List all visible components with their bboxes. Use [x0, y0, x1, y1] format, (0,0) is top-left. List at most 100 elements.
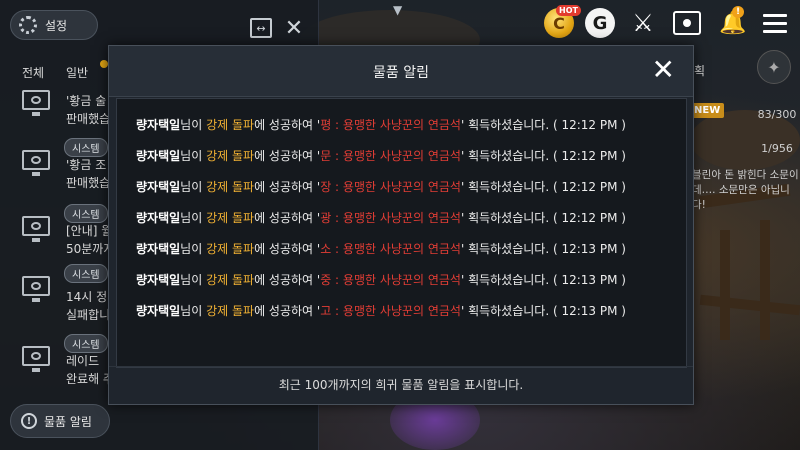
row-text: 님이	[180, 211, 207, 225]
chat-message-line: 14시 정	[66, 290, 108, 304]
notification-row: 량자택일님이 강제 돌파에 성공하여 '평 : 용맹한 사냥꾼의 연금석' 획득…	[136, 116, 626, 133]
tab-all[interactable]: 전체	[22, 64, 44, 81]
tab-general[interactable]: 일반	[66, 64, 88, 81]
camera-icon[interactable]	[672, 8, 702, 38]
item-name: 소 : 용맹한 사냥꾼의 연금석	[320, 242, 461, 256]
npc-dialogue-line: 데…. 소문만은 아닙니다!	[692, 184, 790, 211]
skill-name: 강제 돌파	[206, 304, 255, 318]
notification-dot	[100, 60, 108, 68]
new-badge: NEW	[690, 103, 725, 118]
system-tag: 시스템	[64, 334, 108, 353]
player-name: 량자택일	[136, 118, 181, 132]
player-name: 량자택일	[136, 180, 181, 194]
divider	[109, 366, 693, 367]
stat-counter-2: 1/956	[761, 142, 793, 155]
chat-message-line: 레이드	[66, 354, 100, 368]
stat-counter-1: 83/300	[757, 108, 797, 121]
bell-badge: !	[732, 6, 744, 18]
row-text: ' 획득하셨습니다. ( 12:12 PM )	[460, 118, 626, 132]
skill-name: 강제 돌파	[206, 242, 255, 256]
skill-name: 강제 돌파	[206, 180, 255, 194]
settings-label: 설정	[45, 18, 68, 33]
row-text: 님이	[180, 180, 207, 194]
item-name: 광 : 용맹한 사냥꾼의 연금석	[320, 211, 461, 225]
player-name: 량자택일	[136, 304, 181, 318]
scene-beam	[760, 220, 770, 340]
row-text: 에 성공하여 '	[254, 304, 321, 318]
scene-beam	[699, 294, 800, 316]
modal-header: 물품 알림 ✕	[109, 46, 693, 97]
monitor-icon	[22, 90, 50, 116]
player-name: 량자택일	[136, 273, 181, 287]
row-text: ' 획득하셨습니다. ( 12:12 PM )	[460, 180, 626, 194]
row-text: 에 성공하여 '	[254, 273, 321, 287]
monitor-icon	[22, 276, 50, 302]
notification-row: 량자택일님이 강제 돌파에 성공하여 '중 : 용맹한 사냥꾼의 연금석' 획득…	[136, 271, 626, 288]
monitor-icon	[22, 216, 50, 242]
skill-name: 강제 돌파	[206, 211, 255, 225]
item-name: 고 : 용맹한 사냥꾼의 연금석	[320, 304, 461, 318]
item-name: 중 : 용맹한 사냥꾼의 연금석	[320, 273, 461, 287]
row-text: ' 획득하셨습니다. ( 12:13 PM )	[460, 242, 626, 256]
notification-row: 량자택일님이 강제 돌파에 성공하여 '장 : 용맹한 사냥꾼의 연금석' 획득…	[136, 178, 626, 195]
compass-icon[interactable]: ✦	[757, 50, 791, 84]
gear-icon	[19, 16, 37, 34]
close-icon[interactable]: ✕	[652, 56, 675, 84]
settings-button[interactable]: 설정	[10, 10, 98, 40]
row-text: 님이	[180, 149, 207, 163]
close-icon[interactable]: ✕	[284, 16, 304, 41]
modal-title: 물품 알림	[373, 65, 429, 81]
token-icon[interactable]: G	[585, 8, 615, 38]
player-name: 량자택일	[136, 242, 181, 256]
notification-row: 량자택일님이 강제 돌파에 성공하여 '소 : 용맹한 사냥꾼의 연금석' 획득…	[136, 240, 626, 257]
npc-dialogue-line: 블린아 돈 밝힌다 소문이	[692, 169, 799, 181]
row-text: 에 성공하여 '	[254, 118, 321, 132]
row-text: ' 획득하셨습니다. ( 12:13 PM )	[460, 273, 626, 287]
row-text: 님이	[180, 242, 207, 256]
chat-message-line: 판매했습	[66, 176, 111, 190]
notification-row: 량자택일님이 강제 돌파에 성공하여 '광 : 용맹한 사냥꾼의 연금석' 획득…	[136, 209, 626, 226]
hot-badge: HOT	[556, 5, 581, 16]
notification-row: 량자택일님이 강제 돌파에 성공하여 '문 : 용맹한 사냥꾼의 연금석' 획득…	[136, 147, 626, 164]
alert-icon: !	[21, 413, 37, 429]
player-name: 량자택일	[136, 149, 181, 163]
hamburger-menu-icon[interactable]	[760, 8, 790, 38]
row-text: 님이	[180, 118, 207, 132]
skill-name: 강제 돌파	[206, 118, 255, 132]
scene-beam	[720, 230, 730, 340]
crossed-axes-icon[interactable]: ⚔	[628, 8, 658, 38]
item-notification-modal: 물품 알림 ✕ 량자택일님이 강제 돌파에 성공하여 '평 : 용맹한 사냥꾼의…	[108, 45, 694, 405]
skill-name: 강제 돌파	[206, 273, 255, 287]
player-name: 량자택일	[136, 211, 181, 225]
monitor-icon	[22, 346, 50, 372]
row-text: ' 획득하셨습니다. ( 12:12 PM )	[460, 211, 626, 225]
npc-dialogue-text: 블린아 돈 밝힌다 소문이 데…. 소문만은 아닙니다!	[692, 168, 800, 213]
expand-icon[interactable]: ↔	[250, 18, 272, 38]
skill-name: 강제 돌파	[206, 149, 255, 163]
row-text: ' 획득하셨습니다. ( 12:12 PM )	[460, 149, 626, 163]
chat-message-line: 실패합니	[66, 308, 111, 322]
system-tag: 시스템	[64, 204, 108, 223]
chevron-down-icon[interactable]: ▼	[393, 3, 402, 17]
row-text: 님이	[180, 304, 207, 318]
chat-message-line: 판매했습	[66, 112, 111, 126]
notification-list: 량자택일님이 강제 돌파에 성공하여 '평 : 용맹한 사냥꾼의 연금석' 획득…	[116, 98, 687, 368]
system-tag: 시스템	[64, 138, 108, 157]
right-panel-tab[interactable]: 획	[694, 62, 705, 79]
notification-row: 량자택일님이 강제 돌파에 성공하여 '고 : 용맹한 사냥꾼의 연금석' 획득…	[136, 302, 626, 319]
item-notification-label: 물품 알림	[44, 414, 92, 429]
row-text: 님이	[180, 273, 207, 287]
chat-message-line: '황금 술	[66, 94, 107, 108]
row-text: 에 성공하여 '	[254, 211, 321, 225]
row-text: 에 성공하여 '	[254, 242, 321, 256]
monitor-icon	[22, 150, 50, 176]
item-name: 문 : 용맹한 사냥꾼의 연금석	[320, 149, 461, 163]
modal-footer-text: 최근 100개까지의 희귀 물품 알림을 표시합니다.	[278, 378, 524, 392]
chat-message-line: '황금 조	[66, 158, 107, 172]
row-text: 에 성공하여 '	[254, 180, 321, 194]
row-text: ' 획득하셨습니다. ( 12:13 PM )	[460, 304, 626, 318]
item-name: 장 : 용맹한 사냥꾼의 연금석	[320, 180, 461, 194]
row-text: 에 성공하여 '	[254, 149, 321, 163]
item-notification-button[interactable]: ! 물품 알림	[10, 404, 110, 438]
item-name: 평 : 용맹한 사냥꾼의 연금석	[320, 118, 461, 132]
